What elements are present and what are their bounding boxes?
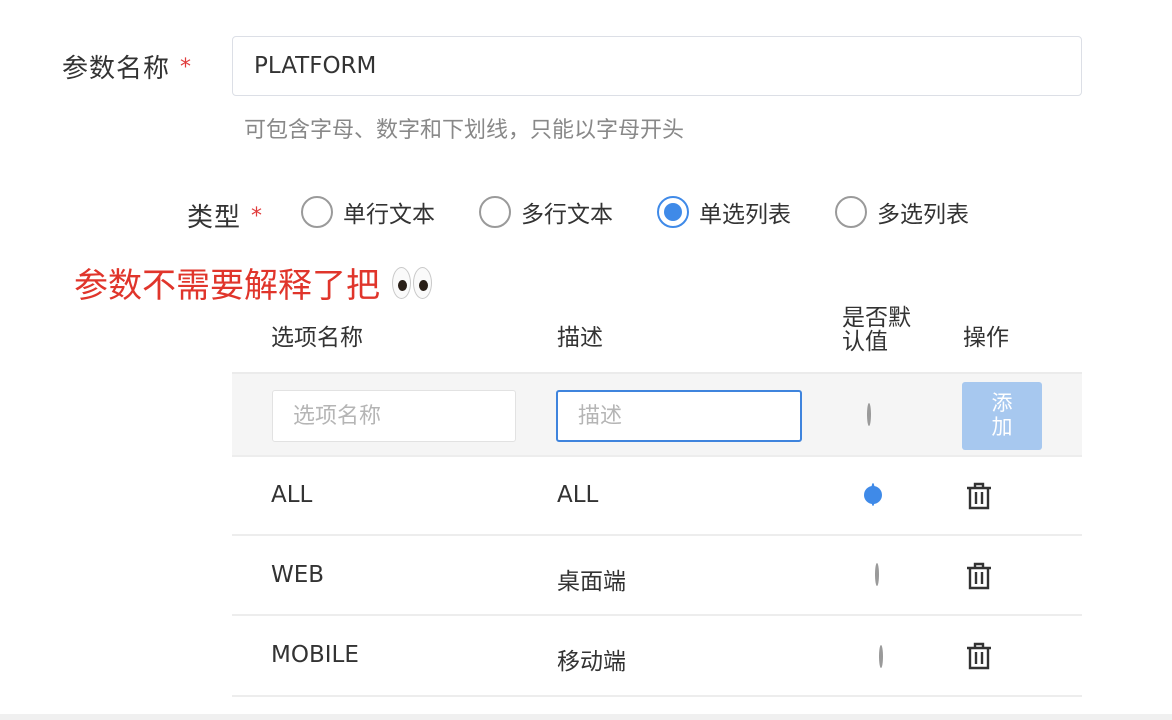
default-radio-unchecked[interactable] bbox=[879, 645, 883, 668]
type-radio-single-select-list[interactable]: 单选列表 bbox=[657, 192, 791, 232]
column-header-actions: 操作 bbox=[963, 325, 1009, 351]
radio-checked-icon[interactable] bbox=[657, 196, 689, 228]
option-description: ALL bbox=[557, 482, 599, 508]
trash-icon[interactable] bbox=[966, 482, 992, 510]
radio-unchecked-icon[interactable] bbox=[835, 196, 867, 228]
required-mark: * bbox=[180, 55, 193, 80]
required-mark: * bbox=[251, 204, 264, 229]
eyes-emoji-icon bbox=[392, 266, 432, 299]
column-header-option-name: 选项名称 bbox=[271, 325, 363, 351]
row-divider bbox=[232, 695, 1082, 697]
trash-icon[interactable] bbox=[966, 642, 992, 670]
param-name-label: 参数名称 * bbox=[62, 54, 193, 84]
bottom-divider bbox=[0, 714, 1172, 720]
radio-label: 单行文本 bbox=[343, 202, 435, 228]
option-name: WEB bbox=[271, 562, 325, 588]
option-description: 移动端 bbox=[557, 649, 626, 675]
option-name: ALL bbox=[271, 482, 313, 508]
radio-label: 单选列表 bbox=[699, 202, 791, 228]
new-option-description-input[interactable] bbox=[556, 390, 802, 442]
type-radio-multi-line-text[interactable]: 多行文本 bbox=[479, 192, 613, 232]
annotation-text: 参数不需要解释了把 bbox=[74, 266, 380, 306]
review-annotation: 参数不需要解释了把 bbox=[74, 258, 432, 307]
add-option-button[interactable]: 添 加 bbox=[962, 382, 1042, 450]
row-divider bbox=[232, 534, 1082, 536]
trash-icon[interactable] bbox=[966, 562, 992, 590]
radio-unchecked-icon[interactable] bbox=[301, 196, 333, 228]
type-label: 类型 * bbox=[187, 203, 264, 233]
type-radio-single-line-text[interactable]: 单行文本 bbox=[301, 192, 435, 232]
option-description: 桌面端 bbox=[557, 569, 626, 595]
row-divider bbox=[232, 455, 1082, 457]
new-option-name-input[interactable] bbox=[272, 390, 516, 442]
option-name: MOBILE bbox=[271, 642, 359, 668]
row-divider bbox=[232, 614, 1082, 616]
column-header-default: 是否默 认值 bbox=[842, 305, 911, 355]
radio-label: 多行文本 bbox=[521, 202, 613, 228]
default-radio-unchecked[interactable] bbox=[875, 563, 879, 586]
column-header-description: 描述 bbox=[557, 325, 603, 351]
radio-label: 多选列表 bbox=[877, 202, 969, 228]
type-radio-multi-select-list[interactable]: 多选列表 bbox=[835, 192, 969, 232]
default-radio-checked[interactable] bbox=[871, 483, 875, 506]
param-name-input[interactable]: PLATFORM bbox=[232, 36, 1082, 96]
new-option-default-radio[interactable] bbox=[867, 403, 871, 426]
param-name-help-text: 可包含字母、数字和下划线，只能以字母开头 bbox=[244, 118, 685, 143]
radio-unchecked-icon[interactable] bbox=[479, 196, 511, 228]
